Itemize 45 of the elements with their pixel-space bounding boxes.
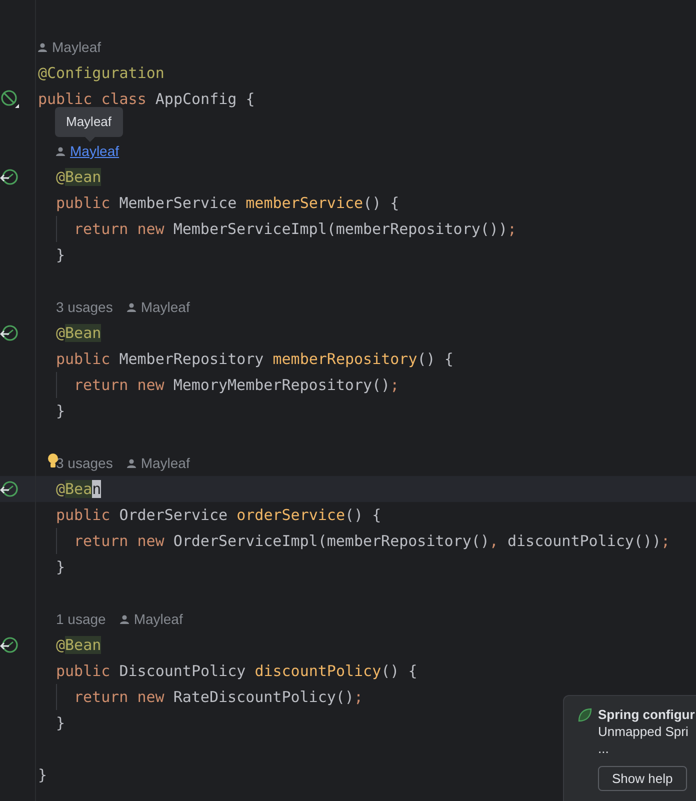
show-help-button[interactable]: Show help (598, 766, 687, 791)
code-line: } (38, 765, 48, 785)
bean-navigation-icon[interactable] (0, 324, 18, 342)
ellipsis-text: ... (598, 741, 610, 756)
code-line: public OrderService orderService() { (55, 505, 382, 525)
code-line: public DiscountPolicy discountPolicy() { (55, 661, 418, 681)
author-hint[interactable]: Mayleaf (52, 39, 102, 55)
code-line: return new MemberServiceImpl(memberRepository()); (73, 219, 517, 239)
tooltip-pointer (85, 137, 95, 142)
code-line: @Bean (55, 167, 102, 187)
notification-message: Unmapped Spri (598, 724, 690, 739)
code-line: } (55, 713, 66, 733)
notification-title: Spring configur (598, 707, 695, 722)
bean-navigation-icon[interactable] (0, 168, 18, 186)
leaf-icon (578, 708, 592, 722)
person-icon (38, 42, 47, 52)
usages-hint[interactable]: 1 usage (56, 611, 106, 627)
person-icon (126, 302, 136, 312)
code-line: } (55, 401, 66, 421)
code-line: } (55, 557, 66, 577)
code-line: public MemberRepository memberRepository() { (55, 349, 454, 369)
code-line: @Bean (55, 323, 102, 343)
code-line: @Bean (55, 479, 102, 499)
tooltip: Mayleaf (55, 107, 123, 137)
bean-navigation-icon[interactable] (0, 636, 18, 654)
code-line: return new MemoryMemberRepository(); (73, 375, 400, 395)
code-line: public MemberService memberService() { (55, 193, 400, 213)
author-hint[interactable]: Mayleaf (140, 299, 190, 315)
author-hint[interactable]: Mayleaf (134, 611, 183, 627)
code-editor[interactable] (0, 0, 696, 801)
person-icon (120, 614, 129, 624)
code-line: @Configuration (38, 63, 164, 83)
person-icon (126, 458, 136, 468)
usages-hint[interactable]: 3 usages (56, 455, 113, 471)
code-line: @Bean (55, 635, 102, 655)
no-entry-icon[interactable] (0, 89, 20, 109)
code-line: public class AppConfig { (38, 89, 255, 109)
code-line: } (55, 245, 66, 265)
code-line: return new RateDiscountPolicy(); (73, 687, 363, 707)
bean-navigation-icon[interactable] (0, 480, 18, 498)
usages-hint[interactable]: 3 usages (56, 299, 113, 315)
author-hint[interactable]: Mayleaf (140, 455, 190, 471)
author-link[interactable]: Mayleaf (70, 143, 120, 159)
code-line: return new OrderServiceImpl(memberRepository(), discountPolicy()); (73, 531, 670, 551)
person-icon (56, 146, 65, 156)
